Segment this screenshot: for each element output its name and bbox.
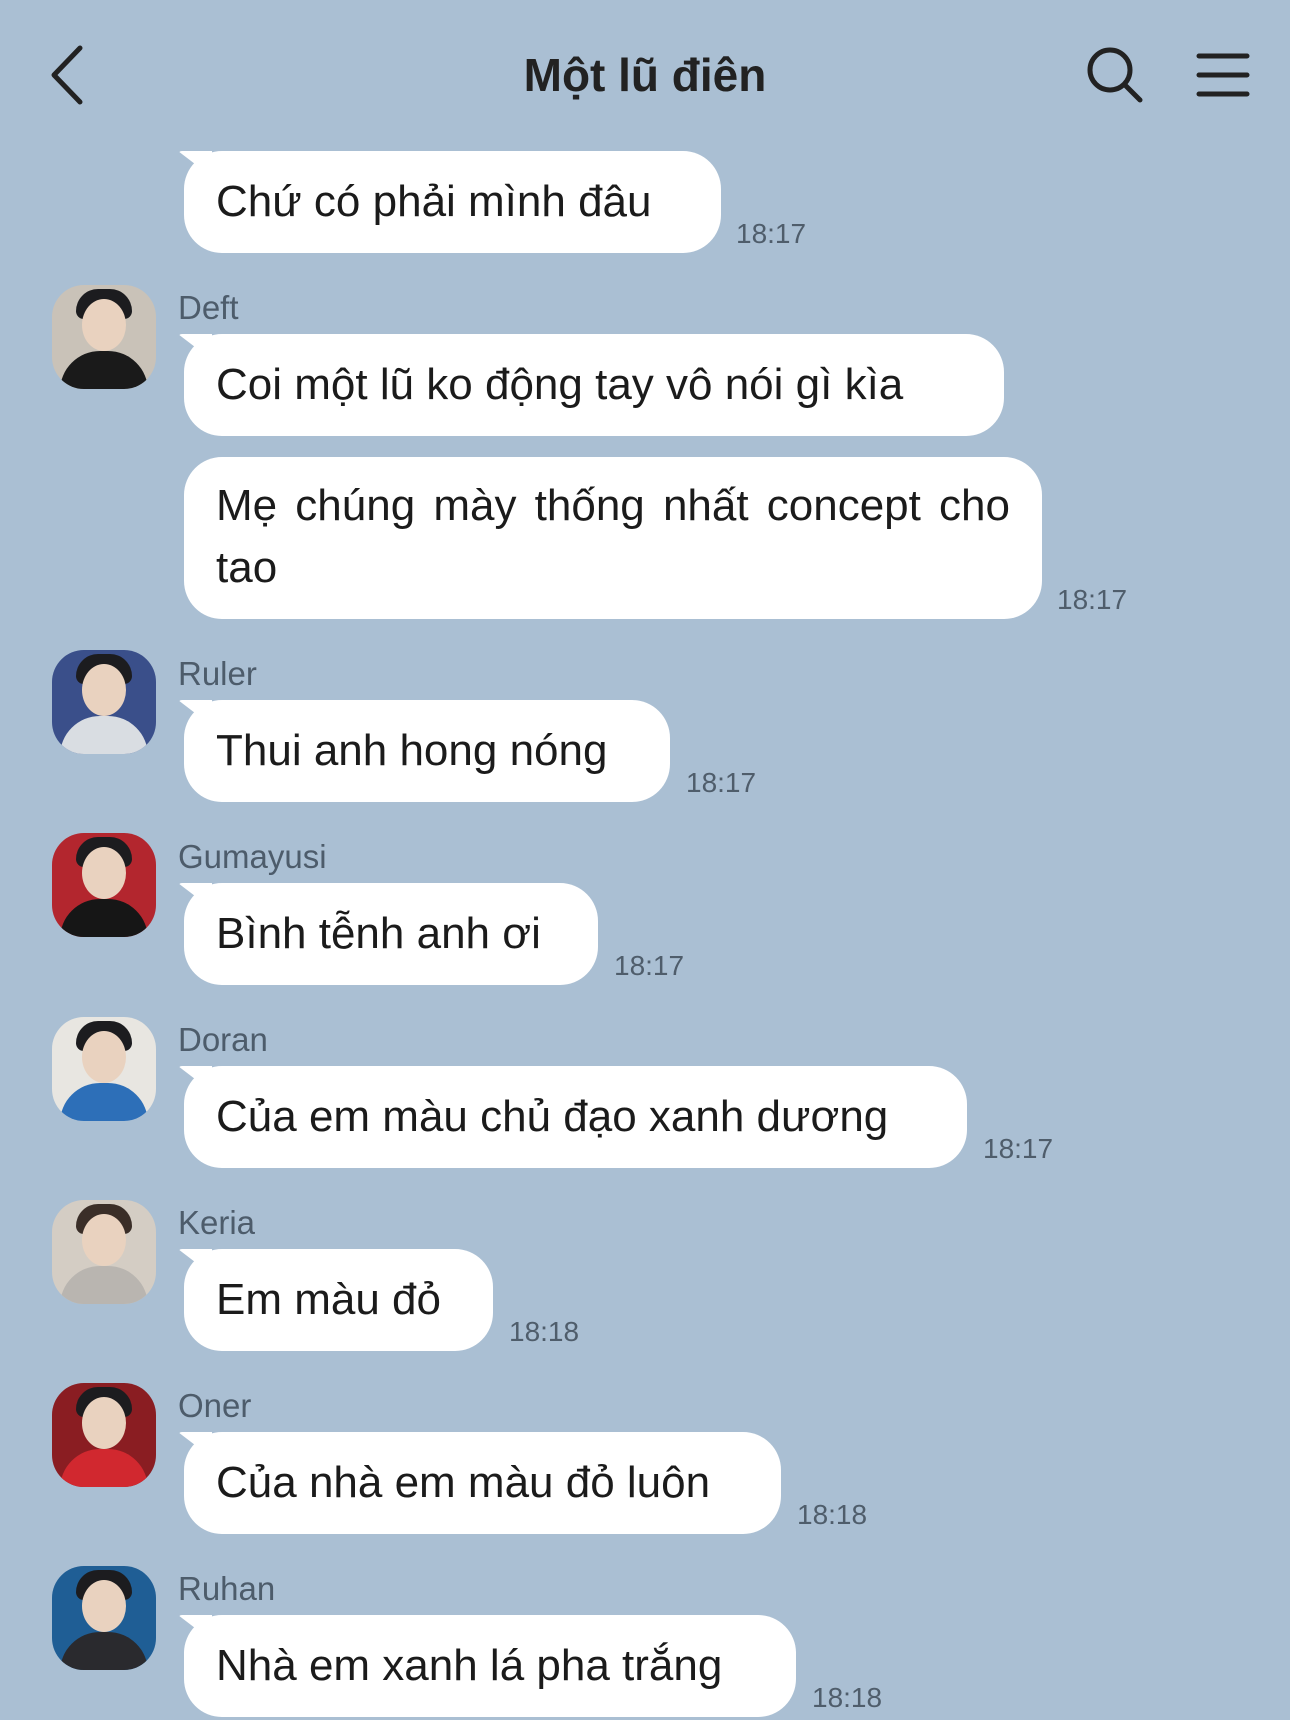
message-text: Chứ có phải mình đâu [216, 177, 652, 226]
sender-name: Oner [178, 1387, 252, 1424]
message-text: Của nhà em màu đỏ luôn [216, 1458, 711, 1507]
message-bubble[interactable]: Nhà em xanh lá pha trắng [184, 1615, 796, 1717]
chat-header: Một lũ điên [0, 0, 1290, 150]
message-time: 18:17 [1057, 584, 1128, 615]
message-bubble[interactable]: Em màu đỏ [184, 1249, 493, 1351]
hamburger-menu-icon [1196, 53, 1250, 97]
message-text: Thui anh hong nóng [216, 726, 608, 775]
avatar[interactable] [52, 1200, 156, 1304]
sender-name: Deft [178, 289, 239, 326]
sender-name: Ruhan [178, 1570, 276, 1607]
search-icon [1087, 47, 1143, 103]
message-text: Của em màu chủ đạo xanh dương [216, 1092, 889, 1141]
message-text: Mẹ chúng mày thống nhất concept cho tao [216, 481, 1010, 592]
avatar[interactable] [52, 285, 156, 389]
avatar[interactable] [52, 1017, 156, 1121]
avatar[interactable] [52, 833, 156, 937]
sender-name: Keria [178, 1204, 256, 1241]
sender-name: Ruler [178, 655, 257, 692]
message-bubble[interactable]: Của em màu chủ đạo xanh dương [184, 1066, 967, 1168]
message-time: 18:17 [736, 218, 807, 249]
message-time: 18:18 [509, 1316, 580, 1347]
message-time: 18:17 [686, 767, 757, 798]
menu-button[interactable] [1195, 50, 1251, 100]
message-text: Bình tễnh anh ơi [216, 909, 541, 958]
message-bubble[interactable]: Mẹ chúng mày thống nhất concept cho tao [184, 457, 1042, 619]
message-text: Em màu đỏ [216, 1275, 441, 1324]
message-text: Coi một lũ ko động tay vô nói gì kìa [216, 360, 904, 409]
message-time: 18:17 [983, 1133, 1054, 1164]
avatar[interactable] [52, 1383, 156, 1487]
message-bubble[interactable]: Coi một lũ ko động tay vô nói gì kìa [184, 334, 1004, 436]
search-button[interactable] [1085, 45, 1145, 105]
message-bubble[interactable]: Của nhà em màu đỏ luôn [184, 1432, 781, 1534]
message-bubble[interactable]: Bình tễnh anh ơi [184, 883, 598, 985]
avatar[interactable] [52, 1566, 156, 1670]
message-time: 18:18 [812, 1682, 883, 1713]
message-text: Nhà em xanh lá pha trắng [216, 1641, 723, 1690]
message-bubble[interactable]: Thui anh hong nóng [184, 700, 670, 802]
message-time: 18:18 [797, 1499, 868, 1530]
avatar[interactable] [52, 650, 156, 754]
message-bubble[interactable]: Chứ có phải mình đâu [184, 151, 721, 253]
sender-name: Doran [178, 1021, 268, 1058]
message-time: 18:17 [614, 950, 685, 981]
sender-name: Gumayusi [178, 838, 327, 875]
